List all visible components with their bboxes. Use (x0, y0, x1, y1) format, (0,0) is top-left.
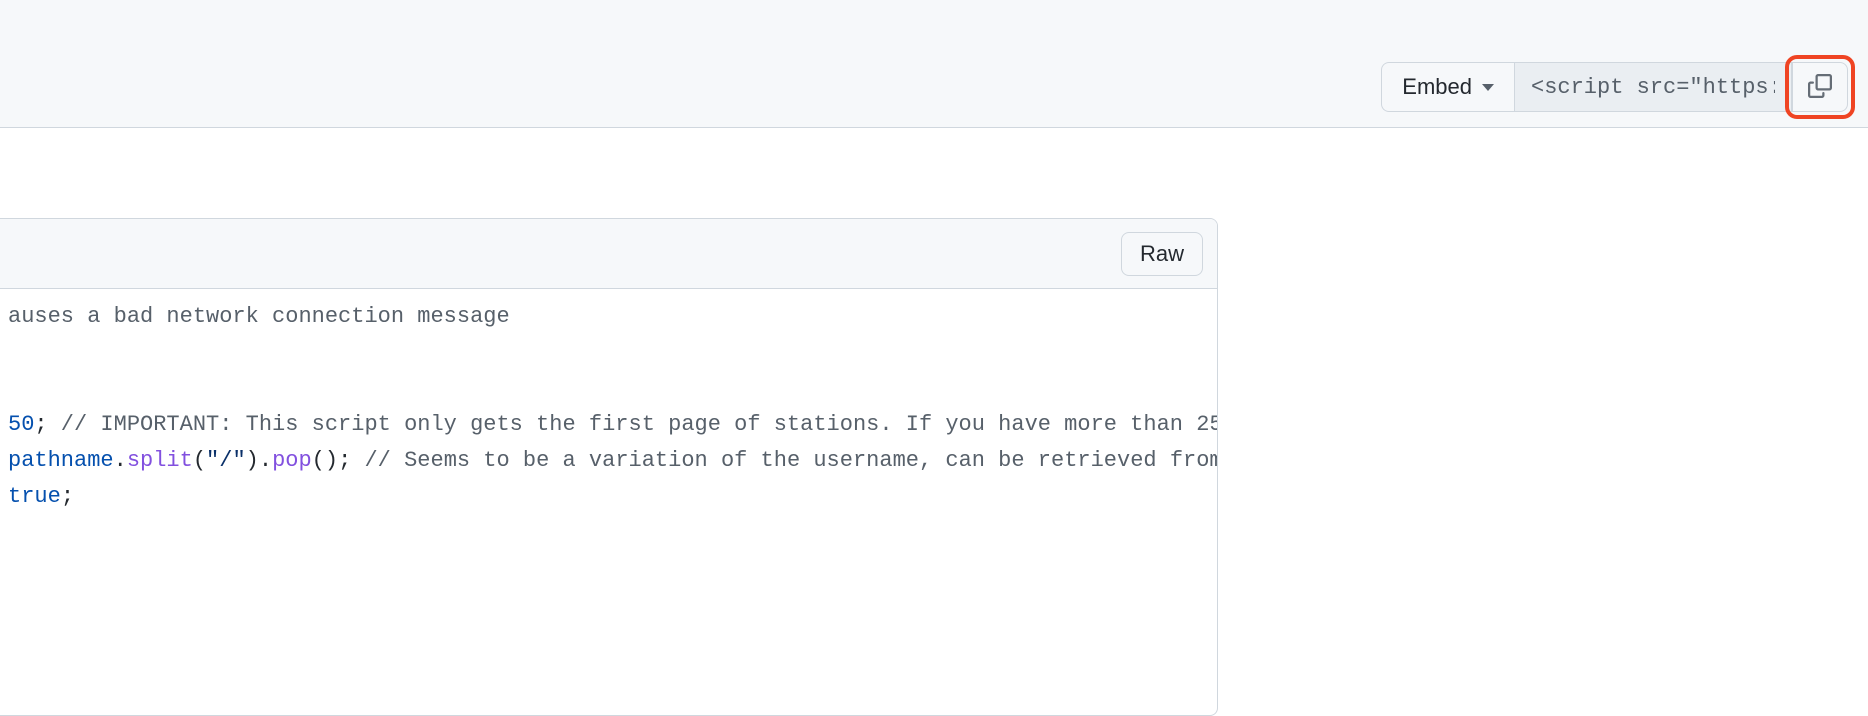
code-line: 50; // IMPORTANT: This script only gets … (0, 407, 1217, 443)
code-token-punct: ; (338, 448, 351, 473)
copy-embed-button[interactable] (1792, 62, 1848, 112)
embed-dropdown-label: Embed (1402, 74, 1472, 100)
code-token-string: "/" (206, 448, 246, 473)
code-token-punct: . (259, 448, 272, 473)
caret-down-icon (1482, 84, 1494, 91)
embed-control-group: Embed (1381, 62, 1848, 112)
code-file-header: Raw (0, 219, 1217, 289)
raw-button[interactable]: Raw (1121, 232, 1203, 276)
code-token-number: 50 (8, 412, 34, 437)
code-token-comment: // IMPORTANT: This script only gets the … (48, 412, 1217, 437)
code-token-boolean: true (8, 484, 61, 509)
code-token-punct: ) (325, 448, 338, 473)
embed-dropdown-button[interactable]: Embed (1381, 62, 1514, 112)
code-token-method: pop (272, 448, 312, 473)
code-blank-line (0, 371, 1217, 407)
code-token-punct: ( (312, 448, 325, 473)
gist-top-bar: Embed (0, 0, 1868, 128)
embed-code-input[interactable] (1514, 62, 1792, 112)
code-token-punct: ; (34, 412, 47, 437)
code-body[interactable]: auses a bad network connection message 5… (0, 289, 1217, 715)
code-token-method: split (127, 448, 193, 473)
code-token-punct: . (114, 448, 127, 473)
code-line: auses a bad network connection message (0, 299, 1217, 335)
code-token-comment: // Seems to be a variation of the userna… (351, 448, 1217, 473)
raw-button-label: Raw (1140, 241, 1184, 266)
code-blank-line (0, 335, 1217, 371)
code-token-punct: ( (193, 448, 206, 473)
code-token-punct: ) (246, 448, 259, 473)
code-file-panel: Raw auses a bad network connection messa… (0, 218, 1218, 716)
code-token-punct: ; (61, 484, 74, 509)
code-line: pathname.split("/").pop(); // Seems to b… (0, 443, 1217, 479)
code-token-property: pathname (8, 448, 114, 473)
copy-icon (1808, 74, 1832, 101)
code-token-comment: auses a bad network connection message (8, 304, 510, 329)
code-line: true; (0, 479, 1217, 515)
